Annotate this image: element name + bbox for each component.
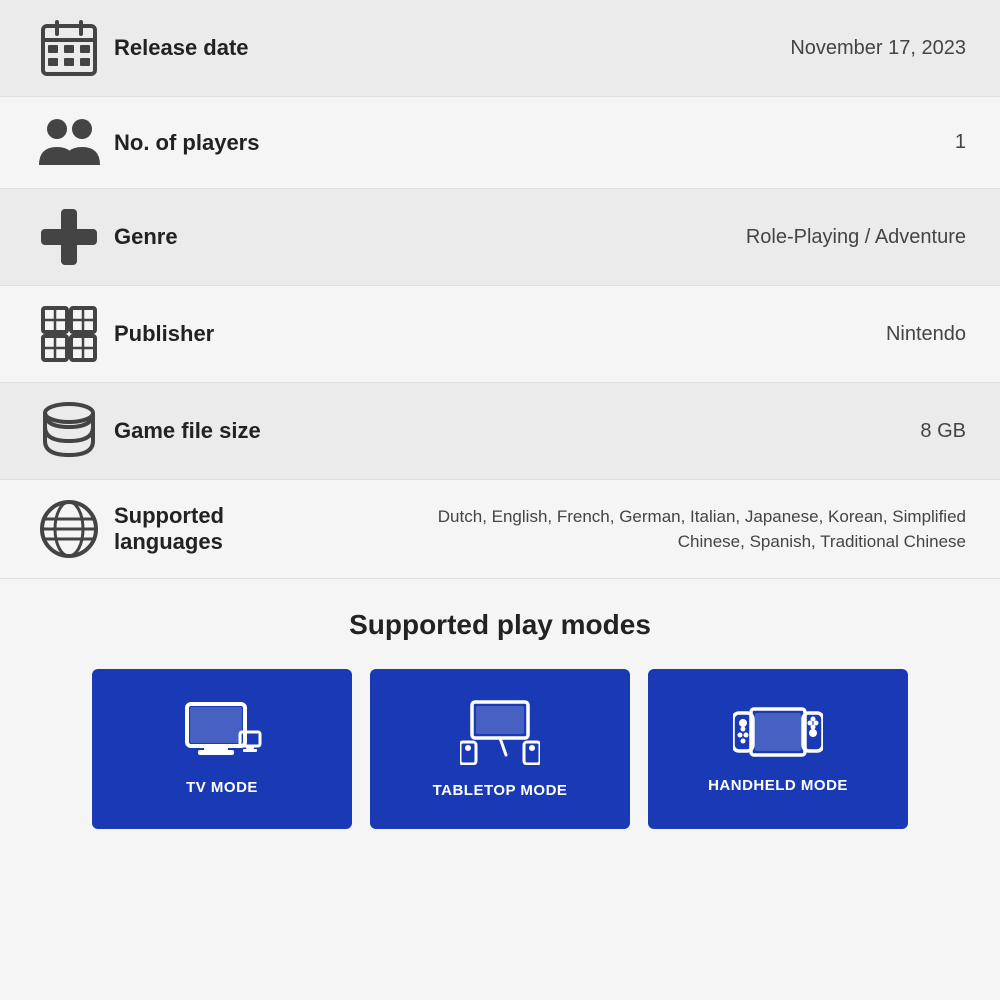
calendar-icon xyxy=(24,18,114,78)
tv-mode-card[interactable]: TV MODE xyxy=(92,669,352,829)
handheld-mode-card[interactable]: HANDHELD MODE xyxy=(648,669,908,829)
publisher-value: Nintendo xyxy=(394,323,976,346)
genre-label: Genre xyxy=(114,224,394,250)
release-date-row: Release date November 17, 2023 xyxy=(0,0,1000,97)
play-modes-title: Supported play modes xyxy=(20,609,980,641)
genre-value: Role-Playing / Adventure xyxy=(394,226,976,249)
play-modes-grid: TV MODE TABLETOP MODE xyxy=(20,669,980,829)
publisher-row: Publisher Nintendo xyxy=(0,286,1000,383)
languages-label: Supported languages xyxy=(114,503,394,555)
tv-icon xyxy=(182,702,262,767)
languages-value: Dutch, English, French, German, Italian,… xyxy=(394,504,976,555)
play-modes-section: Supported play modes TV MODE xyxy=(0,579,1000,849)
file-size-row: Game file size 8 GB xyxy=(0,383,1000,480)
publisher-icon xyxy=(24,304,114,364)
genre-row: Genre Role-Playing / Adventure xyxy=(0,189,1000,286)
tabletop-mode-card[interactable]: TABLETOP MODE xyxy=(370,669,630,829)
handheld-icon xyxy=(733,705,823,765)
release-date-value: November 17, 2023 xyxy=(394,37,976,60)
handheld-mode-label: HANDHELD MODE xyxy=(708,777,848,794)
languages-icon xyxy=(24,498,114,560)
file-size-value: 8 GB xyxy=(394,420,976,443)
tv-mode-label: TV MODE xyxy=(186,779,258,796)
genre-icon xyxy=(24,207,114,267)
num-players-label: No. of players xyxy=(114,130,394,156)
publisher-label: Publisher xyxy=(114,321,394,347)
info-table: Release date November 17, 2023 No. of pl… xyxy=(0,0,1000,579)
release-date-label: Release date xyxy=(114,35,394,61)
filesize-icon xyxy=(24,401,114,461)
tabletop-icon xyxy=(460,700,540,770)
players-icon xyxy=(24,115,114,170)
num-players-row: No. of players 1 xyxy=(0,97,1000,189)
file-size-label: Game file size xyxy=(114,418,394,444)
num-players-value: 1 xyxy=(394,131,976,154)
tabletop-mode-label: TABLETOP MODE xyxy=(433,782,568,799)
languages-row: Supported languages Dutch, English, Fren… xyxy=(0,480,1000,579)
